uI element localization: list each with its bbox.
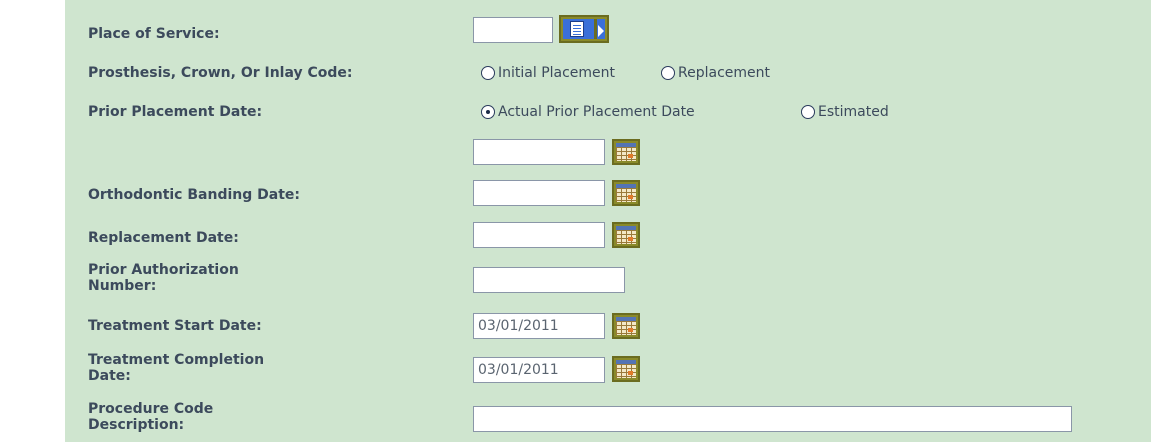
initial-placement-option[interactable]: Initial Placement	[481, 64, 615, 82]
treatment-completion-label-line1: Treatment Completion	[88, 352, 265, 368]
initial-placement-radio[interactable]	[481, 66, 495, 80]
treatment-start-date-label: Treatment Start Date:	[88, 318, 262, 334]
estimated-option[interactable]: Estimated	[801, 103, 889, 121]
prior-placement-date-label: Prior Placement Date:	[88, 104, 263, 120]
calendar-icon	[616, 143, 636, 161]
treatment-start-calendar-button[interactable]	[612, 313, 640, 339]
orthodontic-banding-date-label: Orthodontic Banding Date:	[88, 187, 300, 203]
replacement-date-input[interactable]	[473, 222, 605, 248]
lookup-list-icon	[563, 19, 605, 39]
orthodontic-banding-calendar-button[interactable]	[612, 180, 640, 206]
initial-placement-label: Initial Placement	[498, 65, 616, 81]
calendar-icon	[616, 184, 636, 202]
calendar-icon	[616, 360, 636, 378]
actual-prior-placement-option[interactable]: Actual Prior Placement Date	[481, 103, 695, 121]
place-of-service-lookup-button[interactable]	[559, 15, 609, 43]
prior-authorization-label-line1: Prior Authorization	[88, 262, 239, 278]
actual-prior-placement-radio[interactable]	[481, 105, 495, 119]
prior-authorization-number-input[interactable]	[473, 267, 625, 293]
replacement-radio[interactable]	[661, 66, 675, 80]
calendar-icon	[616, 226, 636, 244]
prior-placement-date-input[interactable]	[473, 139, 605, 165]
place-of-service-input[interactable]	[473, 17, 553, 43]
replacement-date-calendar-button[interactable]	[612, 222, 640, 248]
procedure-code-label-line1: Procedure Code	[88, 401, 214, 417]
estimated-radio[interactable]	[801, 105, 815, 119]
prior-authorization-label-line2: Number:	[88, 278, 157, 294]
treatment-completion-calendar-button[interactable]	[612, 356, 640, 382]
estimated-label: Estimated	[818, 104, 889, 120]
calendar-icon	[616, 317, 636, 335]
treatment-start-date-input[interactable]: 03/01/2011	[473, 313, 605, 339]
replacement-label: Replacement	[678, 65, 770, 81]
treatment-completion-date-input[interactable]: 03/01/2011	[473, 357, 605, 383]
place-of-service-label: Place of Service:	[88, 26, 220, 42]
prosthesis-label: Prosthesis, Crown, Or Inlay Code:	[88, 65, 353, 81]
procedure-code-label-line2: Description:	[88, 417, 185, 433]
replacement-date-label: Replacement Date:	[88, 230, 239, 246]
replacement-option[interactable]: Replacement	[661, 64, 770, 82]
actual-prior-placement-label: Actual Prior Placement Date	[498, 104, 695, 120]
treatment-completion-label-line2: Date:	[88, 368, 131, 384]
prior-placement-calendar-button[interactable]	[612, 139, 640, 165]
procedure-code-description-input[interactable]	[473, 406, 1072, 432]
orthodontic-banding-date-input[interactable]	[473, 180, 605, 206]
